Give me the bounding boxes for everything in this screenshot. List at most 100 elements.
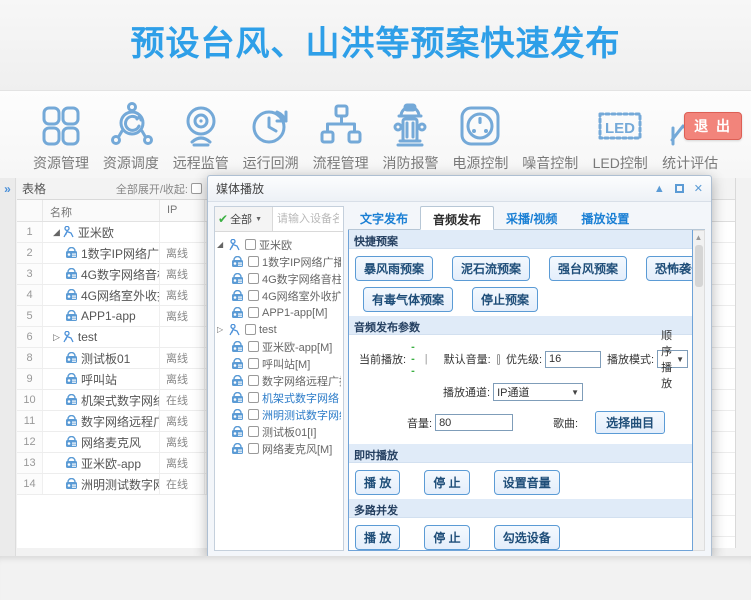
tree-filter-dropdown[interactable]: ✔ 全部 ▼ [215, 207, 273, 231]
device-name: 机架式数字网络 [81, 392, 160, 409]
socket-icon [445, 101, 515, 151]
table-row[interactable]: 14 洲明测试数字网络 在线 [17, 474, 207, 495]
table-row[interactable]: 1 ◢亚米欧 [17, 222, 207, 243]
exit-button[interactable]: 退 出 [684, 112, 742, 140]
tree-item[interactable]: 机架式数字网络 [217, 389, 341, 406]
scroll-up-icon[interactable]: ▲ [693, 231, 704, 242]
toolbar-item-label: 资源调度 [96, 153, 166, 173]
tree-collapsed-icon[interactable]: ▷ [53, 332, 60, 343]
collapse-window-icon[interactable]: ▲ [654, 183, 665, 195]
tree-item-checkbox[interactable] [248, 256, 259, 267]
tree-item-checkbox[interactable] [248, 290, 259, 301]
column-header[interactable]: IP [160, 200, 205, 221]
priority-input[interactable] [545, 351, 601, 368]
tree-item[interactable]: ▷ test [217, 321, 341, 338]
plan-button[interactable]: 泥石流预案 [452, 256, 530, 281]
concurrent-button[interactable]: 勾选设备 [494, 525, 560, 550]
tree-collapsed-icon[interactable]: ▷ [217, 325, 226, 334]
tree-item-checkbox[interactable] [248, 375, 259, 386]
column-header[interactable]: 名称 [43, 200, 160, 221]
tab-1[interactable]: 音频发布 [420, 206, 494, 230]
table-row[interactable]: 11 数字网络远程广播 离线 [17, 411, 207, 432]
tree-expanded-icon[interactable]: ◢ [217, 240, 226, 249]
tree-item-checkbox[interactable] [248, 409, 259, 420]
device-search-input[interactable] [273, 207, 343, 231]
scroll-thumb[interactable] [695, 245, 703, 287]
tree-expanded-icon[interactable]: ◢ [53, 227, 60, 238]
instant-play-button[interactable]: 设置音量 [494, 470, 560, 495]
concurrent-button[interactable]: 播 放 [355, 525, 400, 550]
tree-item-label: 网络麦克风[M] [262, 441, 332, 457]
table-row[interactable]: 10 机架式数字网络 在线 [17, 390, 207, 411]
device-name: 4G网络室外收扩 [81, 287, 160, 304]
table-row[interactable]: 13 亚米欧-app 离线 [17, 453, 207, 474]
tree-item-label: 数字网络远程广播 [262, 373, 341, 389]
tree-item-checkbox[interactable] [248, 307, 259, 318]
tree-item[interactable]: ◢ 亚米欧 [217, 236, 341, 253]
table-row[interactable]: 4 4G网络室外收扩 离线 [17, 285, 207, 306]
instant-play-button[interactable]: 播 放 [355, 470, 400, 495]
tab-0[interactable]: 文字发布 [348, 206, 420, 229]
toolbar-item-消防报警[interactable]: 消防报警 [376, 101, 446, 178]
tree-item[interactable]: 呼叫站[M] [217, 355, 341, 372]
tree-item[interactable]: 洲明测试数字网络 [217, 406, 341, 423]
instant-play-button[interactable]: 停 止 [424, 470, 469, 495]
tree-item[interactable]: 网络麦克风[M] [217, 440, 341, 457]
toolbar-item-远程监管[interactable]: 远程监管 [166, 101, 236, 178]
tree-item[interactable]: 测试板01[I] [217, 423, 341, 440]
tree-item-checkbox[interactable] [248, 273, 259, 284]
plan-button[interactable]: 暴风雨预案 [355, 256, 433, 281]
volume-input[interactable] [435, 414, 513, 431]
plan-button[interactable]: 强台风预案 [549, 256, 627, 281]
tree-item[interactable]: 4G网络室外收扩 [217, 287, 341, 304]
toolbar-item-资源管理[interactable]: 资源管理 [26, 101, 96, 178]
row-number: 8 [17, 348, 43, 368]
status-text: 离线 [160, 264, 205, 284]
tree-item-label: 1数字IP网络广播 [262, 254, 341, 270]
plan-button[interactable]: 恐怖袭击预案 [646, 256, 693, 281]
select-track-button[interactable]: 选择曲目 [595, 411, 665, 434]
tree-item-checkbox[interactable] [245, 324, 256, 335]
table-row[interactable]: 3 4G数字网络音柱 离线 [17, 264, 207, 285]
tree-item-checkbox[interactable] [248, 341, 259, 352]
panel-collapse-strip[interactable]: » [0, 178, 16, 556]
tree-item[interactable]: 数字网络远程广播 [217, 372, 341, 389]
table-row[interactable]: 8 测试板01 离线 [17, 348, 207, 369]
expand-panel-icon[interactable]: » [0, 182, 15, 196]
play-channel-select[interactable]: IP通道 ▼ [493, 383, 583, 401]
column-header[interactable] [17, 200, 43, 221]
scrollbar[interactable]: ▲ [693, 230, 705, 551]
tree-item-checkbox[interactable] [245, 239, 256, 250]
table-row[interactable]: 12 网络麦克风 离线 [17, 432, 207, 453]
toolbar-item-噪音控制[interactable]: 噪音控制 [515, 101, 585, 178]
tree-item-checkbox[interactable] [248, 426, 259, 437]
table-row[interactable]: 6 ▷test [17, 327, 207, 348]
toolbar-item-流程管理[interactable]: 流程管理 [306, 101, 376, 178]
toolbar-item-运行回溯[interactable]: 运行回溯 [236, 101, 306, 178]
tree-item[interactable]: 亚米欧-app[M] [217, 338, 341, 355]
status-text: 在线 [160, 390, 205, 410]
tree-item[interactable]: APP1-app[M] [217, 304, 341, 321]
toolbar-item-LED控制[interactable]: LED LED控制 [585, 101, 655, 178]
dialog-titlebar[interactable]: 媒体播放 ▲ ✕ [208, 176, 711, 202]
toolbar-item-电源控制[interactable]: 电源控制 [445, 101, 515, 178]
concurrent-button[interactable]: 停 止 [424, 525, 469, 550]
table-row[interactable]: 9 呼叫站 离线 [17, 369, 207, 390]
default-volume-checkbox[interactable] [497, 354, 500, 365]
close-icon[interactable]: ✕ [694, 182, 703, 195]
expand-all-checkbox[interactable] [191, 183, 202, 194]
tree-item-checkbox[interactable] [248, 443, 259, 454]
maximize-icon[interactable] [675, 184, 684, 193]
plan-button[interactable]: 有毒气体预案 [363, 287, 453, 312]
toolbar-item-资源调度[interactable]: 资源调度 [96, 101, 166, 178]
table-row[interactable]: 2 1数字IP网络广播 离线 [17, 243, 207, 264]
tree-item-checkbox[interactable] [248, 392, 259, 403]
plan-button[interactable]: 停止预案 [472, 287, 538, 312]
tree-item[interactable]: 4G数字网络音柱 [217, 270, 341, 287]
table-row[interactable]: 5 APP1-app 离线 [17, 306, 207, 327]
tab-3[interactable]: 播放设置 [569, 206, 641, 229]
play-mode-select[interactable]: 顺序播放 ▼ [657, 350, 688, 368]
tab-2[interactable]: 采播/视频 [494, 206, 569, 229]
tree-item[interactable]: 1数字IP网络广播 [217, 253, 341, 270]
tree-item-checkbox[interactable] [248, 358, 259, 369]
